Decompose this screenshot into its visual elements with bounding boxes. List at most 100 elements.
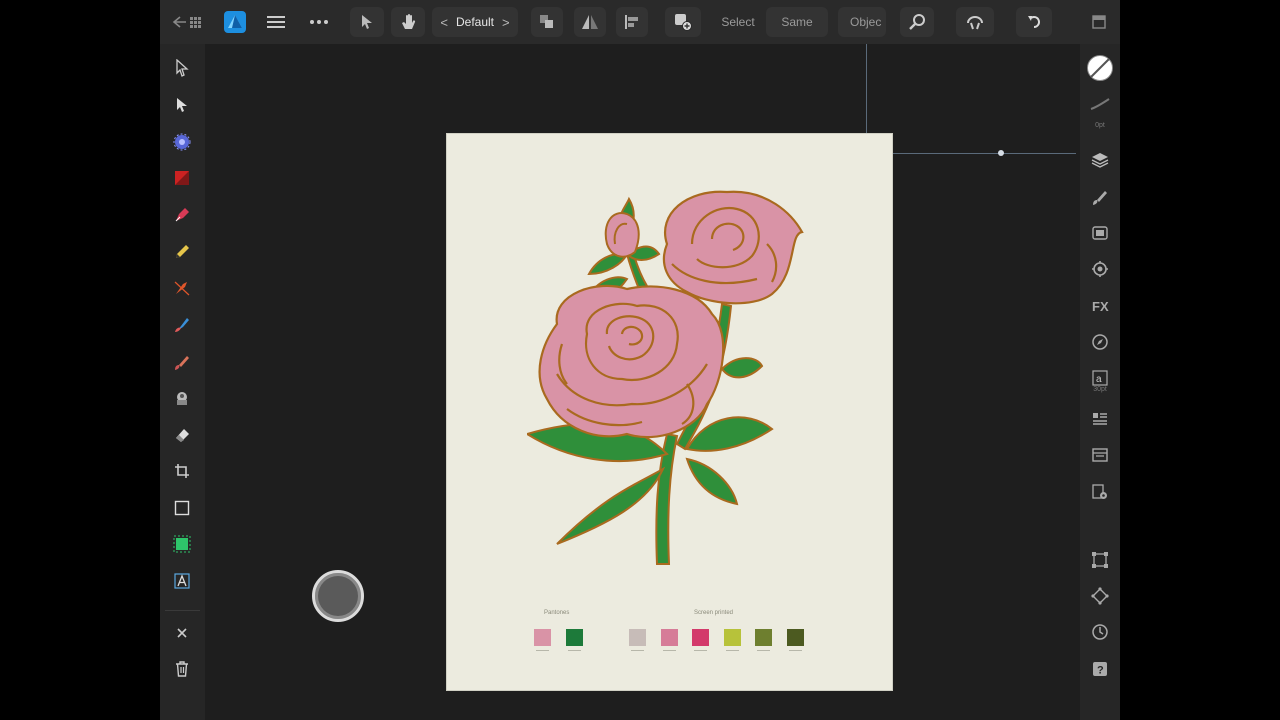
rose-bud: [604, 212, 640, 258]
pointer-icon: [362, 15, 372, 29]
swatch-caption-line: [757, 650, 770, 651]
help-icon: ?: [1093, 662, 1107, 677]
transform-box-button[interactable]: [1086, 546, 1114, 574]
select-button[interactable]: Select: [714, 7, 762, 37]
touch-mode-button[interactable]: [391, 7, 425, 37]
color-swatch-2-3[interactable]: [692, 629, 709, 646]
node-arrow-icon: [177, 98, 187, 112]
color-button[interactable]: [1086, 54, 1114, 82]
persona-selector[interactable]: < Default >: [432, 7, 518, 37]
pixel-brush-icon: [175, 356, 189, 370]
hand-touch-icon: [402, 14, 416, 29]
snapping-panel-button[interactable]: [1086, 582, 1114, 610]
rectangle-icon: [174, 500, 190, 516]
color-swatch-1-2[interactable]: [566, 629, 583, 646]
svg-text:?: ?: [1097, 665, 1104, 677]
place-image-tool[interactable]: [168, 384, 196, 412]
gear-shape-icon: [173, 133, 191, 151]
color-swatch-2-6[interactable]: [786, 629, 804, 646]
move-tool-mode-button[interactable]: [350, 7, 384, 37]
select-same-button[interactable]: Same: [766, 7, 828, 37]
brush-icon: [1093, 191, 1107, 205]
shape-tool[interactable]: [168, 164, 196, 192]
arrange-icon: [540, 15, 553, 28]
affinity-app-icon[interactable]: [222, 7, 248, 37]
color-swatch-2-2[interactable]: [660, 629, 678, 646]
persona-next-icon[interactable]: >: [502, 15, 510, 30]
tools-divider: [165, 610, 200, 611]
color-swatch-2-5[interactable]: [755, 629, 772, 646]
align-button[interactable]: [616, 7, 648, 37]
app-window: < Default > Select Same Objec Pantones S…: [160, 0, 1120, 720]
navigator-panel-button[interactable]: [1086, 328, 1114, 356]
window-layout-icon: [1092, 15, 1106, 29]
document-page[interactable]: Pantones Screen printed: [446, 133, 893, 691]
snapping-magnet-icon: [967, 16, 983, 30]
transform-panel-button[interactable]: [1086, 255, 1114, 283]
color-swatch-1-1[interactable]: [534, 629, 551, 646]
pencil-icon: [176, 245, 189, 258]
vector-brush-tool[interactable]: [168, 274, 196, 302]
studio-panel-icons: 0pt FX a 30pt ?: [1080, 44, 1120, 720]
persona-label: Default: [455, 15, 495, 29]
pencil-tool[interactable]: [168, 238, 196, 266]
zoom-button[interactable]: [900, 7, 934, 37]
main-menu-button[interactable]: [262, 7, 290, 37]
arrange-button[interactable]: [531, 7, 563, 37]
paint-brush-blue-icon: [175, 318, 189, 332]
eraser-tool[interactable]: [168, 421, 196, 449]
color-swatch-2-1[interactable]: [629, 629, 646, 646]
transparency-tool[interactable]: [168, 530, 196, 558]
rose-main: [538, 284, 725, 439]
horizontal-guide-line[interactable]: [866, 153, 1076, 154]
document-settings-button[interactable]: [1086, 478, 1114, 506]
effects-panel-button[interactable]: FX: [1086, 292, 1114, 320]
artistic-text-tool[interactable]: [168, 567, 196, 595]
stamp-icon: [177, 392, 187, 405]
flip-horizontal-icon: [582, 15, 598, 29]
move-tool[interactable]: [168, 54, 196, 82]
layers-panel-button[interactable]: [1086, 146, 1114, 174]
boolean-add-icon: [675, 14, 692, 31]
studio-toggle-button[interactable]: [1086, 7, 1112, 37]
node-tool[interactable]: [168, 91, 196, 119]
rectangle-tool[interactable]: [168, 494, 196, 522]
back-to-gallery-button[interactable]: [166, 7, 210, 37]
paragraph-panel-button[interactable]: [1086, 405, 1114, 433]
flip-button[interactable]: [574, 7, 606, 37]
snapping-button[interactable]: [956, 7, 994, 37]
fill-tool[interactable]: [168, 311, 196, 339]
stroke-button[interactable]: [1086, 90, 1114, 118]
persona-prev-icon[interactable]: <: [440, 15, 448, 30]
rose-illustration[interactable]: [527, 184, 817, 594]
assets-panel-button[interactable]: [1086, 441, 1114, 469]
corner-tool[interactable]: [168, 128, 196, 156]
swatch-caption-line: [662, 650, 676, 651]
pixel-brush-tool[interactable]: [168, 348, 196, 376]
close-context-button[interactable]: [168, 619, 196, 647]
compass-icon: [1092, 334, 1108, 350]
trash-icon: [176, 661, 188, 677]
guide-end-handle[interactable]: [998, 150, 1004, 156]
swatch-caption-line: [536, 650, 549, 651]
crop-icon: [175, 464, 189, 478]
help-button[interactable]: ?: [1086, 655, 1114, 683]
stroke-curve-icon: [1090, 98, 1110, 110]
appearance-panel-button[interactable]: [1086, 219, 1114, 247]
character-icon: a: [1092, 370, 1108, 386]
history-panel-button[interactable]: [1086, 618, 1114, 646]
touch-modifier-button[interactable]: [312, 570, 364, 622]
color-swatch-2-4[interactable]: [723, 629, 741, 646]
select-object-button[interactable]: Objec: [838, 7, 886, 37]
pen-tool[interactable]: [168, 201, 196, 229]
crop-tool[interactable]: [168, 457, 196, 485]
delete-button[interactable]: [168, 655, 196, 683]
boolean-add-button[interactable]: [665, 7, 701, 37]
undo-history-button[interactable]: [1016, 7, 1052, 37]
document-gear-icon: [1092, 484, 1107, 499]
bounding-box-icon: [1092, 552, 1108, 568]
more-options-button[interactable]: [305, 7, 333, 37]
text-size-label: 30pt: [1093, 386, 1107, 393]
brushes-panel-button[interactable]: [1086, 183, 1114, 211]
clock-icon: [1092, 624, 1108, 640]
